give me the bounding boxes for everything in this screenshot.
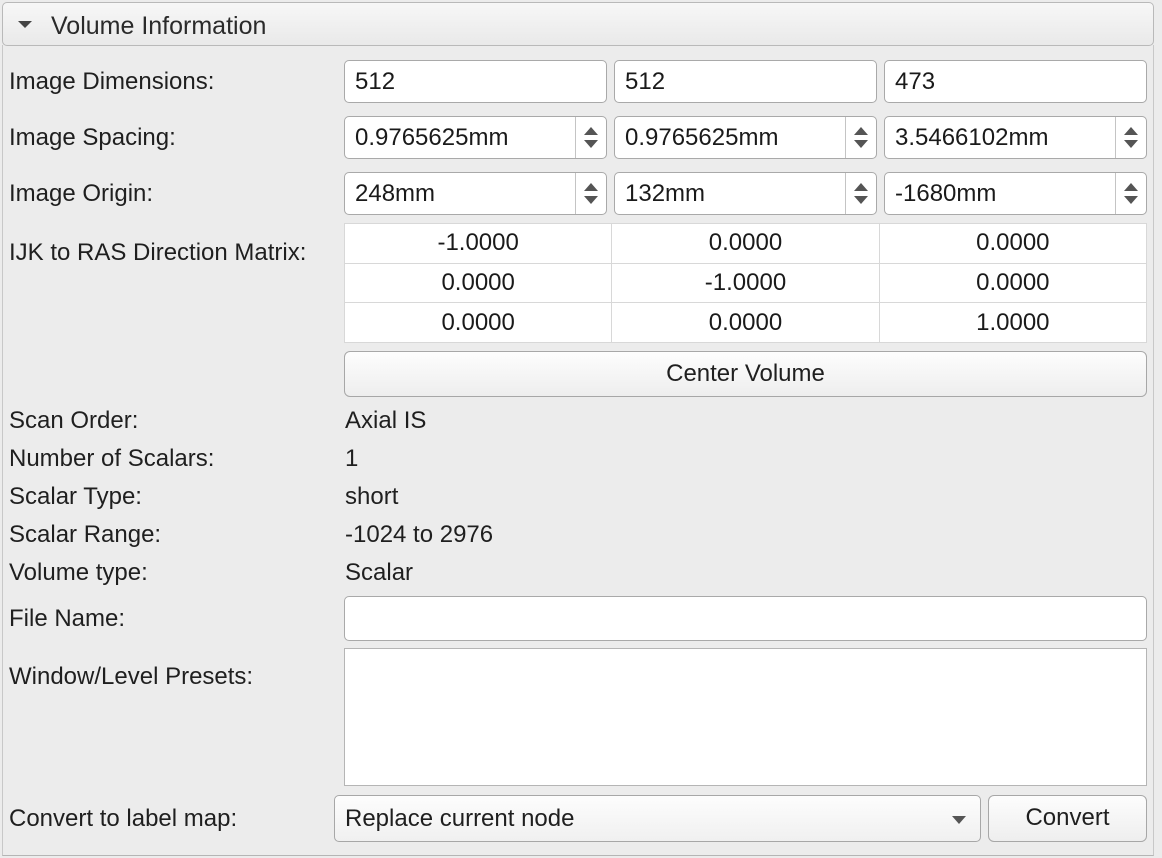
file-name-input[interactable] [344, 596, 1147, 641]
origin-k-value: -1680mm [895, 180, 997, 207]
matrix-cell[interactable]: 0.0000 [878, 262, 1148, 304]
convert-mode-selected: Replace current node [345, 805, 575, 832]
number-of-scalars-label: Number of Scalars: [9, 445, 215, 472]
matrix-cell[interactable]: 0.0000 [611, 302, 880, 343]
image-dimensions-label: Image Dimensions: [9, 68, 215, 95]
number-of-scalars-value: 1 [345, 445, 359, 472]
image-spacing-label: Image Spacing: [9, 124, 176, 151]
collapsible-header-volume-information[interactable]: Volume Information [2, 2, 1154, 46]
panel-title: Volume Information [51, 12, 267, 40]
file-name-label: File Name: [9, 605, 126, 632]
spacing-k-spinbox[interactable]: 3.5466102mm [884, 116, 1147, 159]
dimension-j-field[interactable]: 512 [614, 60, 877, 103]
direction-matrix-table: -1.0000 0.0000 0.0000 0.0000 -1.0000 0.0… [343, 223, 1148, 343]
scalar-range-label: Scalar Range: [9, 521, 162, 548]
spin-arrows-icon[interactable] [575, 117, 606, 158]
matrix-cell[interactable]: -1.0000 [611, 262, 880, 304]
scalar-type-value: short [345, 483, 399, 510]
convert-label-map-label: Convert to label map: [9, 805, 238, 832]
origin-i-spinbox[interactable]: 248mm [344, 172, 607, 215]
volume-type-label: Volume type: [9, 559, 148, 586]
image-origin-label: Image Origin: [9, 180, 154, 207]
scalar-type-label: Scalar Type: [9, 483, 142, 510]
scan-order-label: Scan Order: [9, 407, 139, 434]
scan-order-value: Axial IS [345, 407, 427, 434]
spin-arrows-icon[interactable] [575, 173, 606, 214]
chevron-down-icon [952, 816, 966, 824]
origin-j-spinbox[interactable]: 132mm [614, 172, 877, 215]
matrix-row: 0.0000 -1.0000 0.0000 [343, 262, 1148, 304]
origin-i-value: 248mm [355, 180, 436, 207]
direction-matrix-label: IJK to RAS Direction Matrix: [9, 239, 307, 266]
spacing-j-spinbox[interactable]: 0.9765625mm [614, 116, 877, 159]
dimension-k-field[interactable]: 473 [884, 60, 1147, 103]
origin-j-value: 132mm [625, 180, 706, 207]
spacing-i-spinbox[interactable]: 0.9765625mm [344, 116, 607, 159]
spin-arrows-icon[interactable] [845, 173, 876, 214]
spacing-i-value: 0.9765625mm [355, 124, 509, 151]
volume-type-value: Scalar [345, 559, 414, 586]
spin-arrows-icon[interactable] [845, 117, 876, 158]
spin-arrows-icon[interactable] [1115, 117, 1146, 158]
matrix-row: 0.0000 0.0000 1.0000 [343, 302, 1148, 343]
convert-button[interactable]: Convert [988, 795, 1147, 842]
collapse-triangle-icon[interactable] [18, 21, 32, 28]
matrix-cell[interactable]: 0.0000 [611, 223, 880, 264]
matrix-cell[interactable]: 0.0000 [878, 223, 1148, 264]
scalar-range-value: -1024 to 2976 [345, 521, 494, 548]
matrix-cell[interactable]: 1.0000 [878, 302, 1148, 343]
center-volume-button[interactable]: Center Volume [344, 351, 1147, 397]
spin-arrows-icon[interactable] [1115, 173, 1146, 214]
matrix-cell[interactable]: 0.0000 [343, 262, 613, 304]
window-level-presets-label: Window/Level Presets: [9, 663, 254, 690]
convert-mode-dropdown[interactable]: Replace current node [334, 795, 981, 842]
matrix-cell[interactable]: 0.0000 [343, 302, 613, 343]
matrix-cell[interactable]: -1.0000 [343, 223, 613, 264]
spacing-k-value: 3.5466102mm [895, 124, 1049, 151]
window-level-presets-box[interactable] [344, 648, 1147, 786]
matrix-row: -1.0000 0.0000 0.0000 [343, 223, 1148, 264]
dimension-i-field[interactable]: 512 [344, 60, 607, 103]
spacing-j-value: 0.9765625mm [625, 124, 779, 151]
origin-k-spinbox[interactable]: -1680mm [884, 172, 1147, 215]
